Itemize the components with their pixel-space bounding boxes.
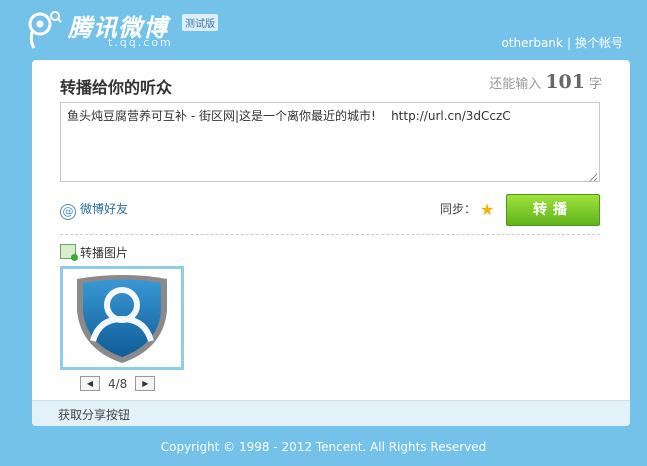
- qq-shield-icon: [77, 275, 167, 363]
- sync-options: 同步： ★: [440, 200, 494, 219]
- divider: [60, 234, 600, 235]
- resize-grip-icon[interactable]: [588, 172, 598, 182]
- weibo-friends-button[interactable]: @ 微博好友: [60, 200, 128, 220]
- page-indicator: 4/8: [108, 376, 128, 391]
- get-share-button-link[interactable]: 获取分享按钮: [58, 406, 130, 423]
- image-thumbnail[interactable]: [60, 266, 184, 370]
- char-counter: 还能输入 101 字: [489, 71, 602, 93]
- message-input[interactable]: 鱼头炖豆腐营养可互补 - 街区网|这是一个离你最近的城市! http://url…: [60, 102, 600, 182]
- counter-prefix: 还能输入: [489, 77, 542, 92]
- weibo-logo-icon: [28, 11, 62, 49]
- repost-button[interactable]: 转播: [506, 194, 600, 226]
- logo-domain: t.qq.com: [108, 36, 173, 49]
- username-link[interactable]: otherbank: [501, 36, 563, 50]
- star-icon[interactable]: ★: [480, 200, 494, 219]
- right-arrow-icon[interactable]: ▶: [135, 376, 156, 391]
- copyright: Copyright © 1998 - 2012 Tencent. All Rig…: [160, 440, 487, 454]
- beta-badge: 测试版: [182, 14, 218, 31]
- counter-value: 101: [545, 71, 585, 93]
- account-bar: otherbank | 换个帐号: [501, 34, 623, 51]
- repost-panel: 转播给你的听众 还能输入 101 字 鱼头炖豆腐营养可互补 - 街区网|这是一个离你…: [32, 60, 630, 426]
- counter-suffix: 字: [588, 77, 602, 92]
- friends-label: 微博好友: [80, 202, 129, 216]
- add-image-icon: [60, 244, 78, 261]
- image-label-text: 转播图片: [80, 246, 129, 260]
- left-arrow-icon[interactable]: ◀: [80, 376, 100, 391]
- switch-account-link[interactable]: 换个帐号: [575, 36, 623, 50]
- at-icon: @: [60, 204, 76, 220]
- panel-footer: 获取分享按钮: [32, 400, 630, 426]
- repost-image-label: 转播图片: [60, 244, 128, 261]
- image-pager: ◀ 4/8 ▶: [80, 376, 156, 391]
- sync-label: 同步：: [440, 202, 477, 216]
- account-separator: |: [566, 36, 571, 50]
- panel-title: 转播给你的听众: [60, 78, 173, 97]
